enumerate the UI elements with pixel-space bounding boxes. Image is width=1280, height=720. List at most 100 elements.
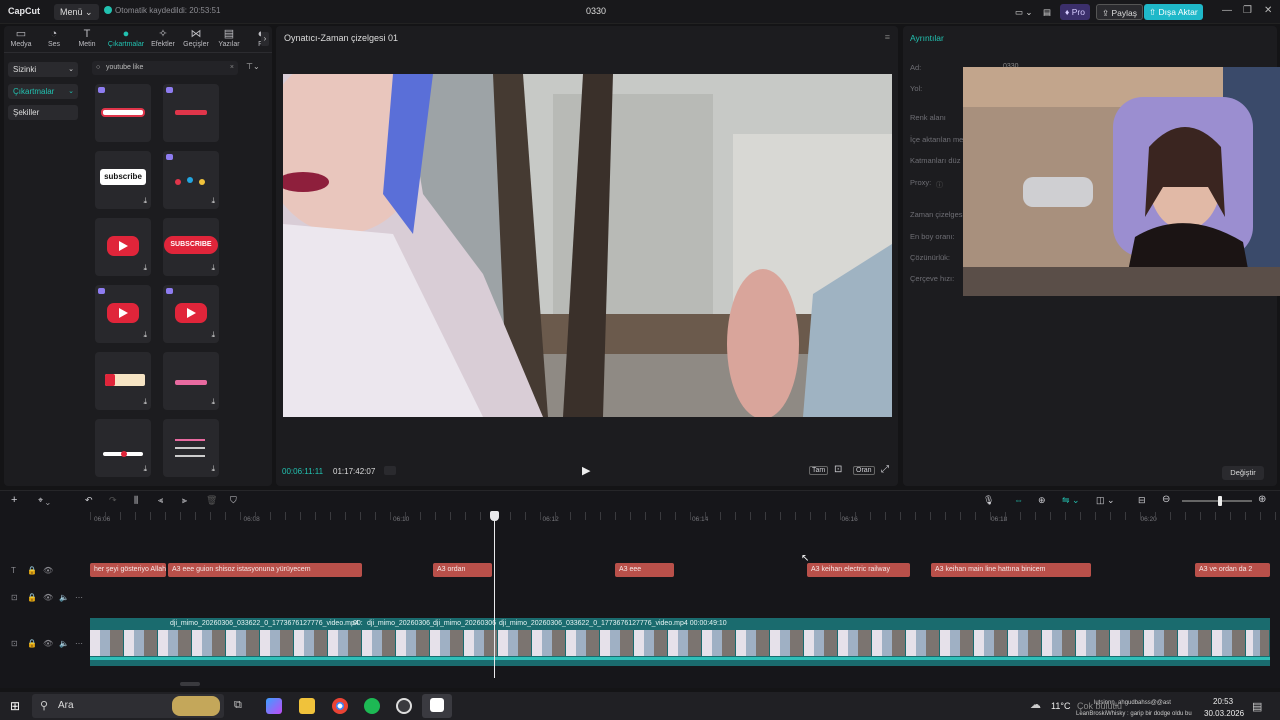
capcut-taskbar-button[interactable]: [422, 694, 452, 718]
maximize-icon[interactable]: ❐: [1243, 5, 1252, 16]
zoom-slider-handle[interactable]: [1218, 496, 1222, 506]
tab-media[interactable]: ▭ Medya: [5, 28, 37, 48]
eye-icon[interactable]: 👁: [43, 566, 53, 575]
video-clip-label[interactable]: dji_mimo_20260306_: [367, 620, 434, 627]
video-clip-label[interactable]: 00:: [353, 620, 363, 627]
lock-icon[interactable]: 🔒: [27, 593, 37, 602]
tab-text[interactable]: T Metin: [71, 28, 103, 48]
audio-icon[interactable]: 🔈: [59, 593, 69, 602]
delete-icon[interactable]: 🗑: [206, 495, 217, 506]
clear-icon[interactable]: ×: [230, 61, 234, 75]
full-quality-button[interactable]: Tam: [809, 466, 829, 475]
text-clip[interactable]: A3 keihan main line hattına binicem: [931, 563, 1091, 577]
copilot-icon[interactable]: [266, 698, 282, 714]
eye-icon[interactable]: 👁: [43, 639, 53, 648]
layout-icon[interactable]: ▭ ⌄: [1010, 4, 1038, 20]
text-clip[interactable]: her şeyi gösteriyo Allah: [90, 563, 166, 577]
video-clip-label[interactable]: dji_mimo_20260306_033622_0_1773676127776…: [499, 620, 727, 627]
timecode-format-icon[interactable]: [384, 466, 396, 475]
sticker-item[interactable]: subscribe ⤓: [95, 151, 151, 209]
spotify-icon[interactable]: [364, 698, 380, 714]
download-icon[interactable]: ⤓: [211, 464, 215, 474]
split-right-icon[interactable]: ⫸: [182, 495, 187, 506]
add-track-icon[interactable]: +: [11, 494, 17, 506]
marker-icon[interactable]: ⛉: [230, 495, 237, 506]
tab-sticker[interactable]: ● Çıkartmalar: [106, 28, 146, 48]
split-left-icon[interactable]: ⫷: [158, 495, 163, 506]
microphone-icon[interactable]: 🎙: [983, 495, 994, 506]
sticker-item[interactable]: ⤓: [163, 151, 219, 209]
redo-icon[interactable]: ↷: [109, 495, 117, 506]
filter-icon[interactable]: ⊤⌄: [246, 62, 260, 71]
sticker-item[interactable]: ⤓: [95, 218, 151, 276]
link-icon[interactable]: ⇔: [1014, 495, 1023, 505]
lock-icon[interactable]: 🔒: [27, 566, 37, 575]
player-menu-icon[interactable]: ≡: [885, 32, 890, 42]
sticker-item[interactable]: ⤓: [163, 352, 219, 410]
close-icon[interactable]: ✕: [1264, 5, 1272, 16]
split-icon[interactable]: ⫼: [134, 495, 138, 506]
zoom-in-icon[interactable]: ⊕: [1258, 494, 1266, 505]
playhead[interactable]: [494, 512, 495, 678]
minimize-icon[interactable]: —: [1222, 5, 1232, 16]
timeline-scrollbar[interactable]: [180, 682, 200, 686]
notification-icon[interactable]: ▤: [1252, 700, 1262, 713]
text-clip[interactable]: A3 eee: [615, 563, 674, 577]
more-icon[interactable]: ⋯: [75, 639, 83, 648]
sticker-item[interactable]: SUBSCRIBE ⤓: [163, 218, 219, 276]
ratio-button[interactable]: Oran: [853, 466, 875, 475]
chevron-right-icon[interactable]: ›: [261, 32, 269, 46]
download-icon[interactable]: ⤓: [211, 397, 215, 407]
download-icon[interactable]: ⤓: [143, 263, 147, 273]
more-icon[interactable]: ⋯: [75, 593, 83, 602]
file-explorer-icon[interactable]: [299, 698, 315, 714]
zoom-out-icon[interactable]: ⊖: [1162, 494, 1170, 505]
fit-icon[interactable]: ⊟: [1138, 495, 1146, 506]
text-clip[interactable]: A3 ordan: [433, 563, 492, 577]
playhead-handle[interactable]: [490, 511, 499, 521]
search-input[interactable]: ○ youtube like ×: [92, 61, 238, 75]
magnet-icon[interactable]: ⇋ ⌄: [1062, 495, 1080, 506]
tab-effects[interactable]: ✧ Efektler: [147, 28, 179, 48]
video-preview[interactable]: [283, 74, 892, 417]
screenshot-icon[interactable]: ⊡: [834, 464, 842, 475]
sticker-item[interactable]: ⤓: [95, 352, 151, 410]
undo-icon[interactable]: ↶: [85, 495, 93, 506]
preview-axis-icon[interactable]: ◫ ⌄: [1096, 495, 1115, 506]
download-icon[interactable]: ⤓: [211, 330, 215, 340]
download-icon[interactable]: ⤓: [143, 397, 147, 407]
video-clip-label[interactable]: dji_mimo_20260306_033622_0_1773676127776…: [170, 620, 359, 627]
menu-button[interactable]: Menü ⌄: [54, 4, 99, 20]
ruler-ticks[interactable]: [90, 512, 1280, 520]
taskbar-search[interactable]: ⚲ Ara: [32, 694, 224, 718]
tab-transitions[interactable]: ⋈ Geçişler: [180, 28, 212, 48]
eye-icon[interactable]: 👁: [43, 593, 53, 602]
tab-audio[interactable]: ◔ Ses: [38, 28, 70, 48]
export-button[interactable]: ⇧ Dışa Aktar: [1144, 4, 1203, 20]
shortcuts-icon[interactable]: ▤: [1038, 4, 1056, 20]
sticker-item[interactable]: ⤓: [163, 419, 219, 477]
sidebar-item-shapes[interactable]: Şekiller: [8, 105, 78, 120]
obs-icon[interactable]: [396, 698, 412, 714]
sticker-item[interactable]: ⤓: [95, 285, 151, 343]
text-clip[interactable]: A3 keihan electric railway: [807, 563, 910, 577]
chrome-icon[interactable]: [332, 698, 348, 714]
share-button[interactable]: ⇪ Paylaş: [1096, 4, 1143, 20]
sticker-item[interactable]: [95, 84, 151, 142]
tab-captions[interactable]: ▤ Yazılar: [213, 28, 245, 48]
download-icon[interactable]: ⤓: [143, 196, 147, 206]
sidebar-item-stickers[interactable]: Çıkartmalar ⌄: [8, 84, 78, 99]
sticker-item[interactable]: ⤓: [95, 419, 151, 477]
text-clip[interactable]: A3 eee guion shisoz istasyonuna yürüyece…: [168, 563, 362, 577]
zoom-slider[interactable]: [1182, 500, 1252, 502]
lock-icon[interactable]: 🔒: [27, 639, 37, 648]
sticker-item[interactable]: ⤓: [163, 285, 219, 343]
download-icon[interactable]: ⤓: [211, 263, 215, 273]
download-icon[interactable]: ⤓: [143, 464, 147, 474]
sticker-item[interactable]: [163, 84, 219, 142]
pro-button[interactable]: ♦ Pro: [1060, 4, 1090, 20]
download-icon[interactable]: ⤓: [211, 196, 215, 206]
windows-start-icon[interactable]: ⊞: [10, 699, 20, 713]
download-icon[interactable]: ⤓: [143, 330, 147, 340]
task-view-icon[interactable]: ⧉: [234, 699, 242, 712]
